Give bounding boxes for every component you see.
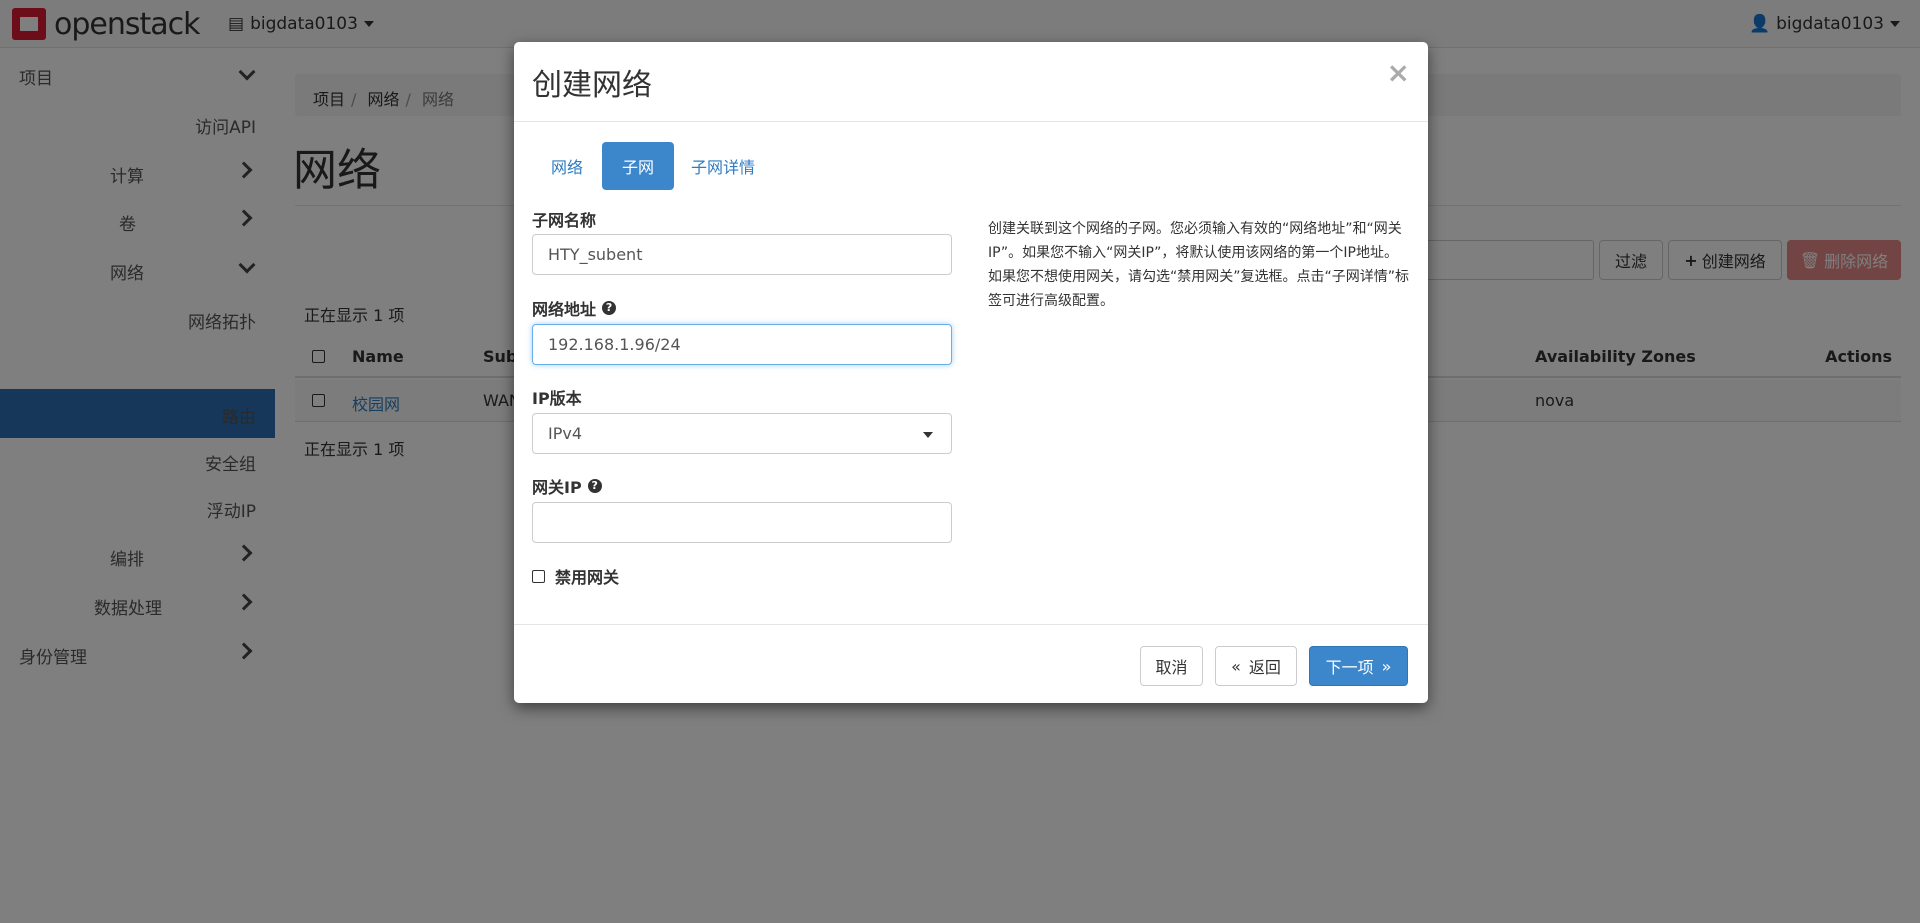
question-circle-icon[interactable]: ? xyxy=(587,479,602,493)
gateway-ip-label: 网关IP ? xyxy=(532,474,602,498)
ip-version-select[interactable]: IPv4 xyxy=(532,413,952,454)
help-text: 创建关联到这个网络的子网。您必须输入有效的“网络地址”和“网关IP”。如果您不输… xyxy=(988,221,1410,309)
tab-network[interactable]: 网络 xyxy=(532,142,602,190)
modal-title: 创建网络 xyxy=(532,68,652,103)
tab-subnet[interactable]: 子网 xyxy=(602,142,674,190)
chevron-down-icon xyxy=(923,432,933,438)
double-chevron-left-icon: « xyxy=(1231,656,1241,676)
ip-version-label: IP版本 xyxy=(532,389,582,408)
gateway-ip-input[interactable] xyxy=(532,502,952,543)
disable-gateway-checkbox[interactable] xyxy=(532,569,545,583)
modal-footer: 取消 « 返回 下一项 » xyxy=(514,624,1428,703)
modal-header: 创建网络 × xyxy=(514,42,1428,122)
tab-subnet-details[interactable]: 子网详情 xyxy=(678,142,768,190)
network-address-label: 网络地址 ? xyxy=(532,296,617,320)
close-icon[interactable]: × xyxy=(1387,56,1410,89)
network-address-input[interactable]: 192.168.1.96/24 xyxy=(532,324,952,365)
create-network-dialog: 创建网络 × 网络 子网 子网详情 子网名称 HTY_subent 网络地址 ?… xyxy=(514,42,1428,703)
next-button[interactable]: 下一项 » xyxy=(1309,646,1408,686)
back-button[interactable]: « 返回 xyxy=(1215,646,1297,686)
subnet-name-input[interactable]: HTY_subent xyxy=(532,234,952,275)
disable-gateway-option[interactable]: 禁用网关 xyxy=(532,564,619,588)
cancel-button[interactable]: 取消 xyxy=(1140,646,1203,686)
question-circle-icon[interactable]: ? xyxy=(602,301,617,315)
double-chevron-right-icon: » xyxy=(1381,656,1392,676)
subnet-name-label: 子网名称 xyxy=(532,211,597,230)
